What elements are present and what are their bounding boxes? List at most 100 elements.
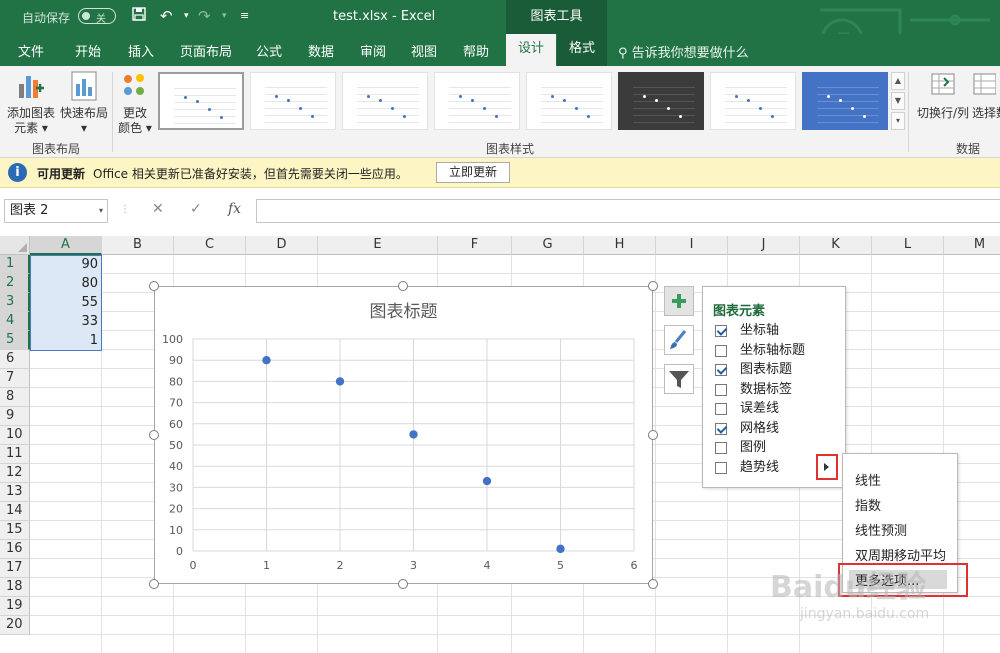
resize-handle-br[interactable] [648, 579, 658, 589]
resize-handle-l[interactable] [149, 430, 159, 440]
resize-handle-b[interactable] [398, 579, 408, 589]
tab-view[interactable]: 视图 [411, 41, 437, 60]
column-header-I[interactable]: I [656, 236, 728, 255]
cancel-icon[interactable]: ✕ [152, 201, 164, 217]
tab-help[interactable]: 帮助 [463, 41, 489, 60]
checkbox[interactable] [715, 383, 727, 396]
update-now-button[interactable]: 立即更新 [436, 162, 510, 183]
customize-qat-icon[interactable]: ≡ [240, 9, 249, 22]
trendline-linear[interactable]: 线性 [855, 470, 881, 489]
column-header-J[interactable]: J [728, 236, 800, 255]
switch-row-column-button[interactable]: 切换行/列 [912, 70, 974, 121]
row-header-16[interactable]: 16 [0, 540, 30, 559]
column-header-C[interactable]: C [174, 236, 246, 255]
column-header-E[interactable]: E [318, 236, 438, 255]
chart-element-option[interactable]: 坐标轴标题 [715, 341, 835, 360]
tab-data[interactable]: 数据 [308, 41, 334, 60]
data-point[interactable] [556, 544, 565, 554]
name-box[interactable]: 图表 2 ▾ [4, 199, 108, 223]
column-header-M[interactable]: M [944, 236, 1000, 255]
trendline-exponential[interactable]: 指数 [855, 495, 881, 514]
chart-style-3[interactable] [342, 72, 428, 130]
name-box-dropdown-icon[interactable]: ▾ [99, 200, 103, 222]
tab-review[interactable]: 审阅 [360, 41, 386, 60]
chart-element-option[interactable]: 坐标轴 [715, 321, 835, 340]
resize-handle-tr[interactable] [648, 281, 658, 291]
row-header-7[interactable]: 7 [0, 369, 30, 388]
row-header-5[interactable]: 5 [0, 331, 30, 350]
checkbox[interactable] [715, 442, 727, 454]
row-header-2[interactable]: 2 [0, 274, 30, 293]
chart-element-option[interactable]: 图表标题 [715, 360, 835, 379]
row-header-8[interactable]: 8 [0, 388, 30, 407]
resize-handle-r[interactable] [648, 430, 658, 440]
insert-function-icon[interactable]: fx [228, 201, 241, 217]
data-point[interactable] [409, 430, 418, 439]
column-header-K[interactable]: K [800, 236, 872, 255]
resize-handle-tl[interactable] [149, 281, 159, 291]
row-header-3[interactable]: 3 [0, 293, 30, 312]
add-chart-element-button[interactable]: 添加图表 元素 ▾ [4, 70, 58, 136]
row-header-1[interactable]: 1 [0, 255, 30, 274]
column-header-A[interactable]: A [30, 236, 102, 255]
chart-style-4[interactable] [434, 72, 520, 130]
styles-more-icon[interactable]: ▾ [891, 112, 905, 130]
formula-input[interactable] [256, 199, 1000, 223]
trendline-linear-forecast[interactable]: 线性预测 [855, 520, 907, 539]
checkbox[interactable] [715, 461, 727, 474]
checkbox[interactable] [715, 422, 727, 435]
select-all-corner[interactable] [0, 236, 30, 255]
enter-icon[interactable]: ✓ [190, 201, 202, 217]
tab-design[interactable]: 设计 [506, 34, 557, 66]
scatter-chart[interactable]: 图表标题 0 10 20 30 40 50 60 70 80 90 100 0 1 2 3 4 5 6 [154, 286, 653, 584]
chart-styles-button[interactable] [664, 325, 694, 355]
row-header-18[interactable]: 18 [0, 578, 30, 597]
data-point[interactable] [482, 476, 492, 486]
checkbox[interactable] [715, 344, 727, 357]
chart-style-1[interactable] [158, 72, 244, 130]
chart-style-8[interactable] [802, 72, 888, 130]
select-data-button[interactable]: 选择数 [972, 70, 1000, 121]
undo-dropdown-icon[interactable]: ▾ [184, 11, 189, 21]
tab-format[interactable]: 格式 [557, 34, 608, 66]
tell-me-search[interactable]: ⚲ 告诉我你想要做什么 [618, 42, 749, 61]
row-header-19[interactable]: 19 [0, 597, 30, 616]
checkbox[interactable] [715, 325, 727, 337]
chart-element-option[interactable]: 网格线 [715, 419, 835, 438]
tab-file[interactable]: 文件 [18, 41, 44, 60]
row-header-4[interactable]: 4 [0, 312, 30, 331]
undo-icon[interactable]: ↶ [160, 7, 173, 25]
row-header-15[interactable]: 15 [0, 521, 30, 540]
chart-filters-button[interactable] [664, 364, 694, 394]
row-header-17[interactable]: 17 [0, 559, 30, 578]
redo-icon[interactable]: ↷ [198, 7, 211, 25]
redo-dropdown-icon[interactable]: ▾ [222, 11, 227, 21]
column-header-G[interactable]: G [512, 236, 584, 255]
chart-style-6[interactable] [618, 72, 704, 130]
styles-scroll-up-icon[interactable]: ▲ [891, 72, 905, 90]
column-header-L[interactable]: L [872, 236, 944, 255]
autosave-toggle[interactable]: 关 [78, 8, 116, 25]
column-header-B[interactable]: B [102, 236, 174, 255]
data-point[interactable] [262, 356, 271, 365]
trendline-expand-arrow-icon[interactable] [816, 454, 838, 480]
styles-scroll-down-icon[interactable]: ▼ [891, 92, 905, 110]
chart-style-5[interactable] [526, 72, 612, 130]
chart-element-option[interactable]: 数据标签 [715, 380, 835, 399]
resize-handle-t[interactable] [398, 281, 408, 291]
chart-style-2[interactable] [250, 72, 336, 130]
row-header-11[interactable]: 11 [0, 445, 30, 464]
data-point[interactable] [335, 377, 345, 386]
chart-elements-button[interactable] [664, 286, 694, 316]
change-colors-button[interactable]: 更改 颜色 ▾ [114, 70, 156, 136]
resize-handle-bl[interactable] [149, 579, 159, 589]
row-header-12[interactable]: 12 [0, 464, 30, 483]
row-header-6[interactable]: 6 [0, 350, 30, 369]
checkbox[interactable] [715, 403, 727, 415]
column-header-F[interactable]: F [438, 236, 512, 255]
row-header-10[interactable]: 10 [0, 426, 30, 445]
save-icon[interactable] [132, 7, 146, 25]
row-header-9[interactable]: 9 [0, 407, 30, 426]
column-header-H[interactable]: H [584, 236, 656, 255]
row-header-14[interactable]: 14 [0, 502, 30, 521]
